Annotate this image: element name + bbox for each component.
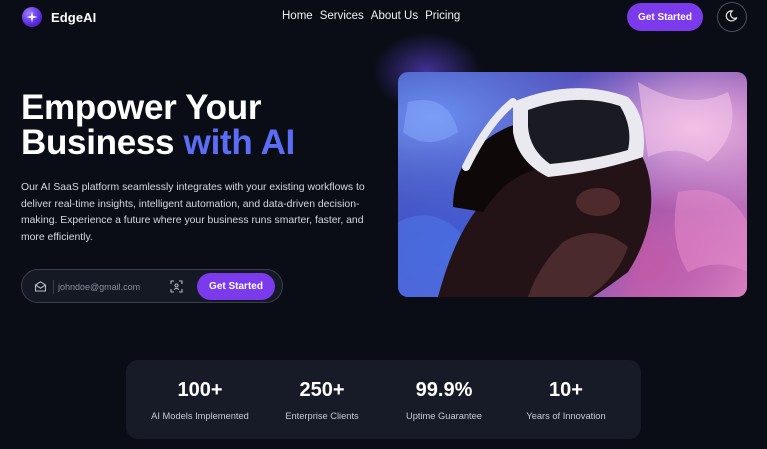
hero-image <box>398 72 747 297</box>
scan-icon[interactable] <box>170 280 183 298</box>
nav-link-home[interactable]: Home <box>282 10 313 22</box>
sparkle-logo-icon <box>22 7 42 27</box>
email-signup-form: Get Started <box>21 269 283 303</box>
top-navbar: EdgeAI Home Services About Us Pricing Ge… <box>0 0 767 34</box>
stat-label: AI Models Implemented <box>151 411 249 421</box>
theme-toggle-button[interactable] <box>717 2 747 32</box>
email-input[interactable] <box>58 278 164 296</box>
brand-logo[interactable]: EdgeAI <box>22 7 96 27</box>
nav-get-started-button[interactable]: Get Started <box>627 3 703 31</box>
nav-link-about-us[interactable]: About Us <box>371 10 418 22</box>
stat-item: 10+ Years of Innovation <box>506 378 626 421</box>
stat-label: Years of Innovation <box>526 411 606 421</box>
mail-icon <box>34 280 47 298</box>
hero-title-line-2: Business with AI <box>21 125 295 160</box>
nav-link-services[interactable]: Services <box>320 10 364 22</box>
hero-get-started-button[interactable]: Get Started <box>197 273 275 300</box>
moon-icon <box>725 9 739 26</box>
stat-item: 99.9% Uptime Guarantee <box>384 378 504 421</box>
nav-links: Home Services About Us Pricing <box>282 10 460 22</box>
hero-description: Our AI SaaS platform seamlessly integrat… <box>21 182 365 244</box>
brand-name: EdgeAI <box>51 9 97 25</box>
stat-value: 250+ <box>299 379 345 401</box>
stat-value: 99.9% <box>415 379 473 401</box>
hero-title-accent: with AI <box>183 123 296 162</box>
stat-item: 250+ Enterprise Clients <box>262 378 382 421</box>
stat-label: Uptime Guarantee <box>406 411 482 421</box>
stats-panel: 100+ AI Models Implemented 250+ Enterpri… <box>126 360 641 439</box>
hero-title-business: Business <box>21 123 175 162</box>
hero-title-line-1: Empower Your <box>21 88 262 127</box>
hero-title: Empower Your Business with AI <box>21 90 295 160</box>
nav-link-pricing[interactable]: Pricing <box>425 10 460 22</box>
stat-item: 100+ AI Models Implemented <box>140 378 260 421</box>
stat-value: 10+ <box>549 379 583 401</box>
stat-label: Enterprise Clients <box>285 411 359 421</box>
stat-value: 100+ <box>177 379 223 401</box>
input-divider <box>53 280 54 294</box>
